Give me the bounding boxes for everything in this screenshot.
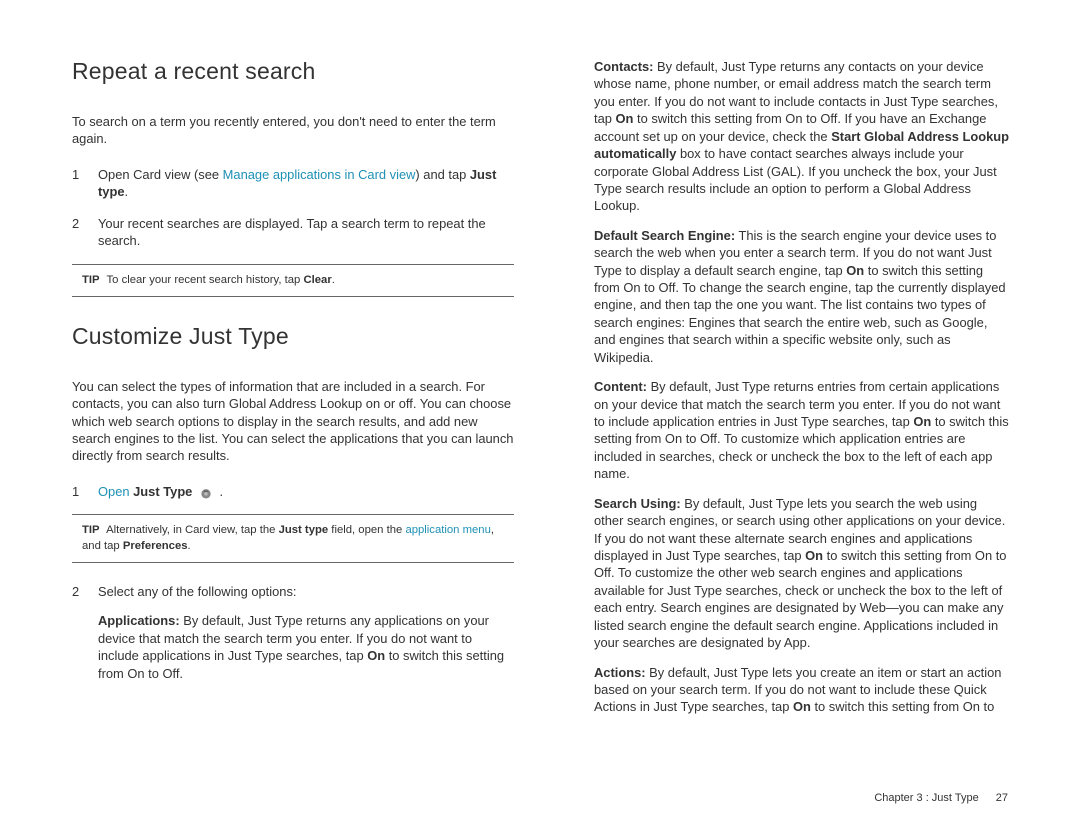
page-footer: Chapter 3 : Just Type 27 <box>874 792 1008 804</box>
step-text: Your recent searches are displayed. Tap … <box>98 215 514 250</box>
option-text: By default, Just Type returns any contac… <box>594 59 984 91</box>
bold-on: On <box>913 414 931 429</box>
bold-just-type-field: Just type <box>279 524 329 536</box>
steps-repeat-search: 1 Open Card view (see Manage application… <box>72 166 514 250</box>
link-manage-applications[interactable]: Manage applications in Card view <box>223 167 416 182</box>
bold-on: On <box>805 548 823 563</box>
just-type-app-icon <box>199 486 213 498</box>
footer-page-number: 27 <box>982 792 1008 804</box>
tip-text: Alternatively, in Card view, tap the <box>104 524 279 536</box>
step-number: 2 <box>72 215 98 250</box>
bold-preferences: Preferences <box>123 540 188 552</box>
tip-text: field, open the <box>328 524 405 536</box>
step-1-open-just-type: 1 Open Just Type . <box>72 483 514 500</box>
option-label: Content: <box>594 379 647 394</box>
step-number: 1 <box>72 166 98 201</box>
tip-label: TIP <box>82 274 104 286</box>
step-text: ) and tap <box>415 167 469 182</box>
link-open[interactable]: Open <box>98 484 130 499</box>
tip-text: . <box>332 274 335 286</box>
tip-text: . <box>188 540 191 552</box>
step-text: Open Card view (see <box>98 167 223 182</box>
bold-clear: Clear <box>303 274 331 286</box>
step-text: . <box>125 184 129 199</box>
tip-text: To clear your recent search history, tap <box>104 274 304 286</box>
option-contacts: Contacts: By default, Just Type returns … <box>594 58 1010 215</box>
option-label: Search Using: <box>594 496 681 511</box>
step-text: Select any of the following options: <box>98 584 297 599</box>
steps-customize: 1 Open Just Type . <box>72 483 514 500</box>
option-applications: Applications: By default, Just Type retu… <box>98 612 514 682</box>
option-search-using: Search Using: By default, Just Type lets… <box>594 495 1010 652</box>
heading-repeat-search: Repeat a recent search <box>72 58 514 85</box>
link-application-menu[interactable]: application menu <box>405 524 490 536</box>
page-body: Repeat a recent search To search on a te… <box>0 0 1080 760</box>
footer-chapter: Chapter 3 : Just Type <box>874 792 978 804</box>
heading-customize-just-type: Customize Just Type <box>72 323 514 350</box>
step-1-open-card-view: 1 Open Card view (see Manage application… <box>72 166 514 201</box>
step-text: . <box>216 484 223 499</box>
bold-on: On <box>367 648 385 663</box>
bold-on: On <box>846 263 864 278</box>
tip-card-view-preferences: TIP Alternatively, in Card view, tap the… <box>72 514 514 563</box>
step-number: 1 <box>72 483 98 500</box>
step-2-recent-searches: 2 Your recent searches are displayed. Ta… <box>72 215 514 250</box>
tip-clear-history: TIP To clear your recent search history,… <box>72 264 514 297</box>
option-text: to switch this setting from On to Off. T… <box>594 548 1006 650</box>
bold-just-type-app: Just Type <box>133 484 192 499</box>
option-label: Default Search Engine: <box>594 228 735 243</box>
intro-repeat-search: To search on a term you recently entered… <box>72 113 514 148</box>
option-label: Contacts: <box>594 59 653 74</box>
option-default-search-engine: Default Search Engine: This is the searc… <box>594 227 1010 366</box>
bold-on: On <box>793 699 811 714</box>
option-label: Actions: <box>594 665 646 680</box>
option-content: Content: By default, Just Type returns e… <box>594 378 1010 483</box>
bold-on: On <box>616 111 634 126</box>
option-label: Applications: <box>98 613 180 628</box>
intro-customize: You can select the types of information … <box>72 378 514 465</box>
tip-label: TIP <box>82 524 104 536</box>
